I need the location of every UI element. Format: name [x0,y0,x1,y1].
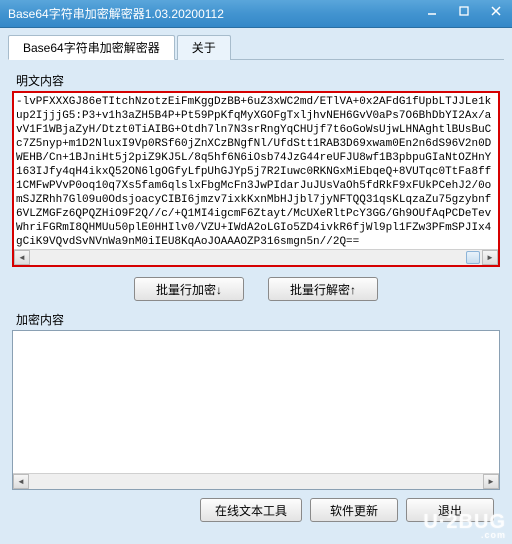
maximize-button[interactable] [448,0,480,22]
plaintext-area[interactable]: -lvPFXXXGJ86eTItchNzotzEiFmKggDzBB+6uZ3x… [12,91,500,267]
ciphertext-label: 加密内容 [16,311,498,328]
ciphertext-content[interactable] [13,331,499,473]
close-button[interactable] [480,0,512,22]
software-update-button[interactable]: 软件更新 [310,498,398,522]
minimize-button[interactable] [416,0,448,22]
batch-decrypt-button[interactable]: 批量行解密↑ [268,277,378,301]
plaintext-hscrollbar[interactable]: ◄ ► [14,249,498,265]
scroll-track[interactable] [30,250,482,265]
client-area: Base64字符串加密解密器 关于 明文内容 -lvPFXXXGJ86eTItc… [0,28,512,544]
window-titlebar: Base64字符串加密解密器1.03.20200112 [0,0,512,28]
scroll-right-icon[interactable]: ► [482,250,498,265]
ciphertext-area[interactable]: ◄ ► [12,330,500,490]
ciphertext-hscrollbar[interactable]: ◄ ► [13,473,499,489]
window-controls [416,0,512,27]
scroll-left-icon[interactable]: ◄ [14,250,30,265]
tab-strip: Base64字符串加密解密器 关于 [8,34,504,60]
tab-main[interactable]: Base64字符串加密解密器 [8,35,175,60]
scroll-right-icon[interactable]: ► [483,474,499,489]
online-text-tool-button[interactable]: 在线文本工具 [200,498,302,522]
tab-panel-main: 明文内容 -lvPFXXXGJ86eTItchNzotzEiFmKggDzBB+… [8,60,504,536]
batch-encrypt-button[interactable]: 批量行加密↓ [134,277,244,301]
watermark-logo: U·2BUG .com [423,511,506,540]
scroll-track[interactable] [29,474,483,489]
scroll-thumb[interactable] [466,251,480,264]
plaintext-label: 明文内容 [16,72,498,89]
plaintext-content[interactable]: -lvPFXXXGJ86eTItchNzotzEiFmKggDzBB+6uZ3x… [14,93,498,249]
tab-about[interactable]: 关于 [177,35,231,60]
scroll-left-icon[interactable]: ◄ [13,474,29,489]
action-button-row: 批量行加密↓ 批量行解密↑ [12,277,500,301]
window-title: Base64字符串加密解密器1.03.20200112 [8,5,224,22]
